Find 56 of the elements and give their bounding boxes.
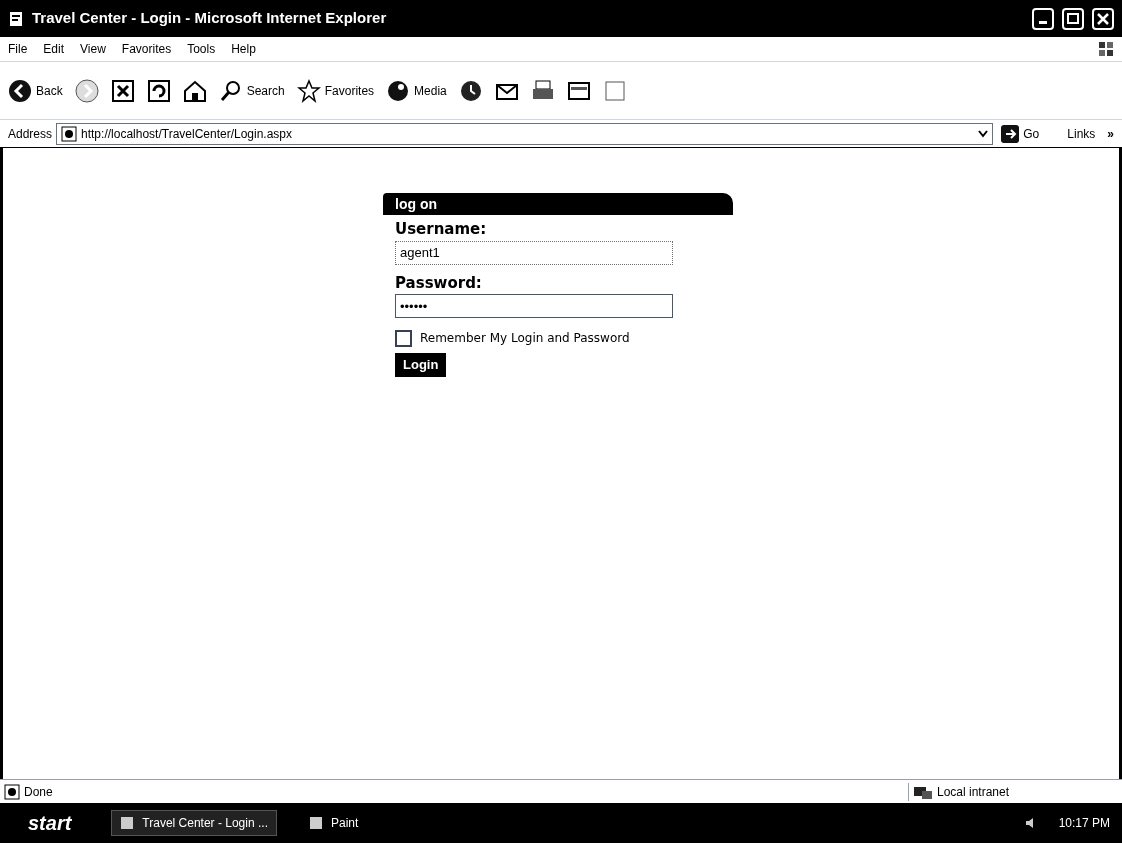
windows-logo-icon — [1098, 41, 1114, 57]
menu-item[interactable]: File — [8, 40, 28, 58]
username-field[interactable]: agent1 — [395, 240, 673, 265]
status-text: Done — [24, 783, 53, 801]
forward-button[interactable] — [74, 78, 99, 103]
media-button[interactable]: Media — [386, 78, 447, 103]
address-label: Address — [8, 125, 53, 143]
stop-button[interactable] — [110, 78, 135, 103]
page-icon — [4, 783, 20, 800]
chevron-text: » — [1107, 125, 1114, 143]
login-button[interactable]: Login — [395, 353, 447, 377]
checkbox[interactable] — [395, 329, 412, 347]
password-field[interactable]: •••••• — [395, 294, 673, 318]
links-button[interactable]: Links — [1059, 124, 1104, 143]
refresh-icon — [146, 78, 171, 103]
menu-item[interactable]: View — [80, 40, 106, 58]
search-icon — [218, 78, 243, 103]
minimize-button[interactable] — [1032, 7, 1054, 30]
menu-item[interactable]: Edit — [43, 40, 65, 58]
minimize-icon — [1039, 20, 1047, 24]
maximize-button[interactable] — [1062, 7, 1084, 30]
window-icon — [120, 816, 135, 830]
dropdown-icon[interactable] — [978, 129, 989, 138]
speaker-icon — [1024, 817, 1035, 829]
close-button[interactable] — [1092, 7, 1114, 30]
menu-item[interactable]: Favorites — [121, 40, 172, 58]
panel-header: log on — [383, 193, 733, 215]
clock: 10:17 PM — [1058, 815, 1110, 832]
blank-square-icon — [602, 78, 627, 103]
menu-item[interactable]: Tools — [187, 40, 216, 58]
menu-item[interactable]: Help — [231, 40, 256, 58]
x-icon — [110, 78, 135, 103]
taskbar-button[interactable]: Travel Center - Login ... — [111, 810, 277, 836]
star-icon — [296, 78, 321, 103]
maximize-icon — [1067, 13, 1079, 24]
field-label: Username: — [395, 219, 488, 240]
browser-page-icon — [8, 10, 24, 27]
house-icon — [182, 78, 207, 103]
close-icon — [1097, 12, 1109, 25]
window-title: Travel Center - Login - Microsoft Internet Explorer — [32, 8, 387, 29]
go-button[interactable]: Go — [997, 124, 1044, 143]
page-icon — [61, 125, 78, 142]
search-button[interactable]: Search — [218, 78, 285, 103]
history-button[interactable] — [458, 78, 483, 103]
home-button[interactable] — [182, 78, 207, 103]
clock-icon — [458, 78, 483, 103]
field-label: Password: — [395, 272, 483, 294]
checkbox-label: Remember My Login and Password — [420, 330, 630, 347]
refresh-button[interactable] — [146, 78, 171, 103]
zone-text: Local intranet — [937, 783, 1010, 801]
back-button[interactable]: Back — [8, 78, 63, 103]
window-icon — [308, 816, 323, 830]
taskbar-button[interactable]: Paint — [300, 810, 367, 836]
address-field[interactable]: http://localhost/TravelCenter/Login.aspx — [56, 122, 994, 145]
start-button[interactable]: start — [12, 808, 88, 838]
favorites-button[interactable]: Favorites — [296, 78, 375, 103]
